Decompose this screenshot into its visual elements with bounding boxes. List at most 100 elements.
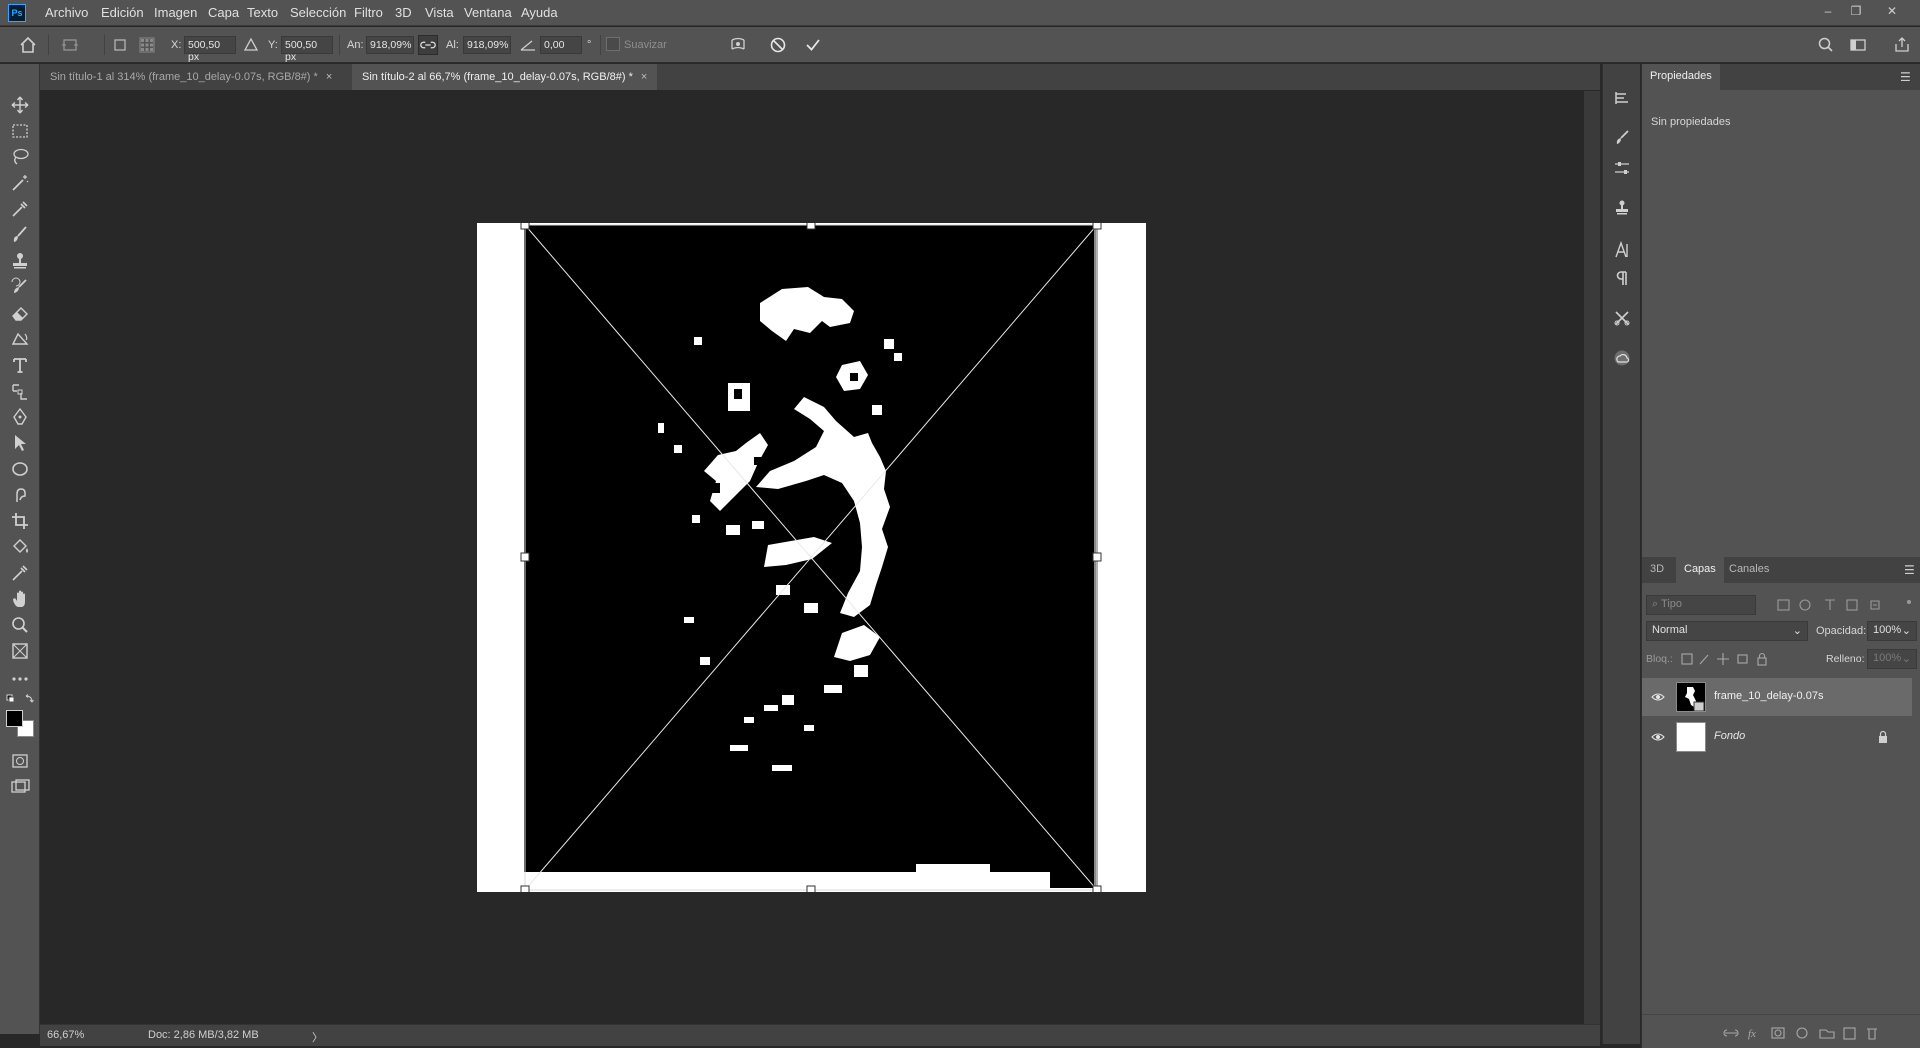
reference-point-grid-icon[interactable] [137,35,157,55]
tab-document-1[interactable]: Sin título-1 al 314% (frame_10_delay-0.0… [40,64,343,90]
menu-imagen[interactable]: Imagen [154,5,197,20]
tab-document-1-label: Sin título-1 al 314% (frame_10_delay-0.0… [50,71,318,83]
brush-tool-icon[interactable] [8,224,32,246]
hand-tool-icon[interactable] [8,588,32,610]
menu-vista[interactable]: Vista [425,5,454,20]
clone-source-icon[interactable] [1612,198,1632,218]
close-window-button[interactable]: ✕ [1882,4,1902,20]
opacity-field[interactable]: 100% ⌄ [1867,621,1917,641]
move-tool-icon[interactable] [8,94,32,116]
eraser-tool-icon[interactable] [8,302,32,324]
lock-icon [1877,730,1889,744]
layer-row[interactable]: frame_10_delay-0.07s [1642,678,1912,716]
pen-tool-icon[interactable] [8,406,32,428]
tab-channels[interactable]: Canales [1721,557,1777,583]
brush-settings-icon[interactable] [1612,128,1632,148]
menu-3d[interactable]: 3D [395,5,412,20]
status-bar: 66,67% Doc: 2,86 MB/3,82 MB 〉 [40,1024,1600,1046]
history-brush-tool-icon[interactable] [8,276,32,298]
type-tool-icon[interactable] [8,354,32,376]
transform-preset-icon[interactable] [60,35,80,55]
warp-mode-icon[interactable] [728,35,748,55]
fill-value: 100% [1873,652,1902,664]
workspace-icon[interactable] [1848,35,1868,55]
search-icon[interactable] [1816,35,1836,55]
menu-seleccion[interactable]: Selección [290,5,346,20]
height-field[interactable]: 918,09% [463,36,511,54]
default-colors-icon[interactable] [6,694,34,706]
smooth-checkbox[interactable] [606,37,620,51]
menu-texto[interactable]: Texto [247,5,278,20]
width-field[interactable]: 918,09% [366,36,414,54]
home-icon[interactable] [18,35,38,55]
menu-ventana[interactable]: Ventana [464,5,512,20]
threshold-figure-image [524,225,1098,888]
zoom-tool-icon[interactable] [8,614,32,636]
direct-selection-tool-icon[interactable] [8,432,32,454]
history-panel-icon[interactable] [1612,88,1632,108]
share-icon[interactable] [1892,35,1912,55]
relative-position-icon[interactable] [241,35,261,55]
layer-name[interactable]: frame_10_delay-0.07s [1714,690,1823,702]
fill-field[interactable]: 100% ⌄ [1867,649,1917,669]
eye-icon[interactable] [1651,731,1665,743]
crop-tool-icon[interactable] [8,510,32,532]
smudge-tool-icon[interactable] [8,484,32,506]
paint-bucket-tool-icon[interactable] [8,536,32,558]
restore-button[interactable]: ❐ [1846,4,1866,20]
screen-mode-icon[interactable] [8,776,32,798]
reference-point-checkbox-icon[interactable] [110,35,130,55]
close-tab-icon[interactable]: × [641,71,647,83]
y-position-field[interactable]: 500,50 px [281,36,333,63]
layer-image-content[interactable] [524,225,1098,888]
layer-actions-icons[interactable]: fx [1722,1025,1912,1041]
canvas-vertical-scrollbar[interactable] [1584,91,1600,1025]
tool-presets-icon[interactable] [1612,308,1632,328]
cancel-transform-icon[interactable] [768,35,788,55]
blend-mode-select[interactable]: Normal ⌄ [1646,621,1808,641]
angle-field[interactable]: 0,00 [540,36,582,54]
marquee-tool-icon[interactable] [8,120,32,142]
panel-menu-icon[interactable]: ☰ [1900,70,1911,84]
frame-tool-icon[interactable] [8,640,32,662]
layers-panel-menu-icon[interactable]: ☰ [1904,563,1915,577]
layer-filter-icons[interactable] [1775,597,1915,613]
path-selection-tool-icon[interactable] [8,380,32,402]
creative-cloud-libraries-icon[interactable] [1612,348,1632,368]
layer-name[interactable]: Fondo [1714,730,1745,742]
foreground-color-swatch[interactable] [6,710,23,727]
layer-row[interactable]: Fondo [1642,718,1912,756]
menu-capa[interactable]: Capa [208,5,239,20]
menu-filtro[interactable]: Filtro [354,5,383,20]
minimize-button[interactable]: – [1818,4,1838,20]
eye-icon[interactable] [1651,691,1665,703]
gradient-tool-icon[interactable] [8,328,32,350]
ellipse-tool-icon[interactable] [8,458,32,480]
status-menu-arrow[interactable]: 〉 [312,1029,323,1045]
tab-3d[interactable]: 3D [1642,557,1672,583]
menu-ayuda[interactable]: Ayuda [521,5,558,20]
lock-icons[interactable] [1680,651,1780,667]
close-tab-icon[interactable]: × [326,71,332,83]
link-icon[interactable] [418,35,438,55]
zoom-level[interactable]: 66,67% [47,1029,84,1041]
more-tools-icon[interactable] [8,668,32,690]
adjustments-icon[interactable] [1612,158,1632,178]
x-position-field[interactable]: 500,50 px [184,36,236,63]
layer-search-input[interactable]: ⌕ Tipo [1646,595,1756,615]
paragraph-panel-icon[interactable] [1612,268,1632,288]
quick-mask-icon[interactable] [8,750,32,772]
height-label: Al: [446,39,459,51]
tab-document-2[interactable]: Sin título-2 al 66,7% (frame_10_delay-0.… [352,64,658,90]
eyedropper-tool-icon[interactable] [8,198,32,220]
tab-layers[interactable]: Capas [1676,557,1724,583]
tab-properties[interactable]: Propiedades [1642,64,1720,90]
stamp-tool-icon[interactable] [8,250,32,272]
lasso-tool-icon[interactable] [8,146,32,168]
magic-wand-tool-icon[interactable] [8,172,32,194]
character-panel-icon[interactable] [1612,240,1632,260]
commit-transform-icon[interactable] [803,35,823,55]
menu-archivo[interactable]: Archivo [45,5,88,20]
menu-edicion[interactable]: Edición [101,5,144,20]
color-sampler-tool-icon[interactable] [8,562,32,584]
